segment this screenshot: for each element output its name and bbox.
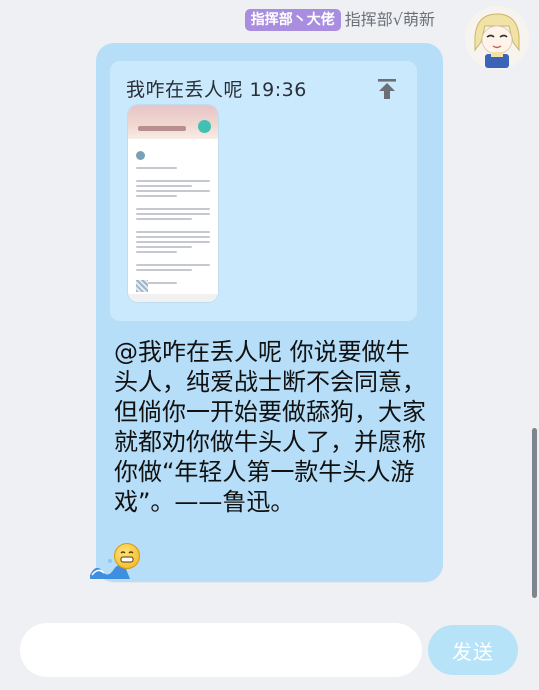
avatar[interactable] <box>465 6 529 70</box>
message-composer: 发送 <box>0 608 539 690</box>
sender-name[interactable]: 指挥部√萌新 <box>345 10 435 30</box>
sender-header: 指挥部丶大佬 指挥部√萌新 <box>244 8 435 32</box>
message-input[interactable] <box>20 623 422 677</box>
thumbnail-content <box>128 139 218 302</box>
anime-girl-avatar-icon <box>465 6 529 70</box>
message-text: @我咋在丢人呢 你说要做牛头人，纯爱战士断不会同意，但倘你一开始要做舔狗，大家就… <box>114 338 426 516</box>
send-button[interactable]: 发送 <box>428 625 518 675</box>
message-bubble[interactable]: 我咋在丢人呢 19:36 @我咋在丢人呢 你说要做牛头人，纯爱战士断不会同意，但… <box>90 43 443 582</box>
grin-emoji-icon <box>114 543 140 569</box>
scrollbar[interactable] <box>532 428 537 598</box>
quoted-message[interactable]: 我咋在丢人呢 19:36 <box>110 61 417 321</box>
quoted-image-thumbnail[interactable] <box>128 105 218 302</box>
thumbnail-nav-bar <box>128 294 218 302</box>
title-badge: 指挥部丶大佬 <box>244 9 341 31</box>
quote-author-time: 我咋在丢人呢 19:36 <box>126 79 307 101</box>
qr-code-icon <box>136 280 148 292</box>
thumbnail-banner <box>128 105 218 139</box>
pin-to-top-icon[interactable] <box>375 77 399 101</box>
